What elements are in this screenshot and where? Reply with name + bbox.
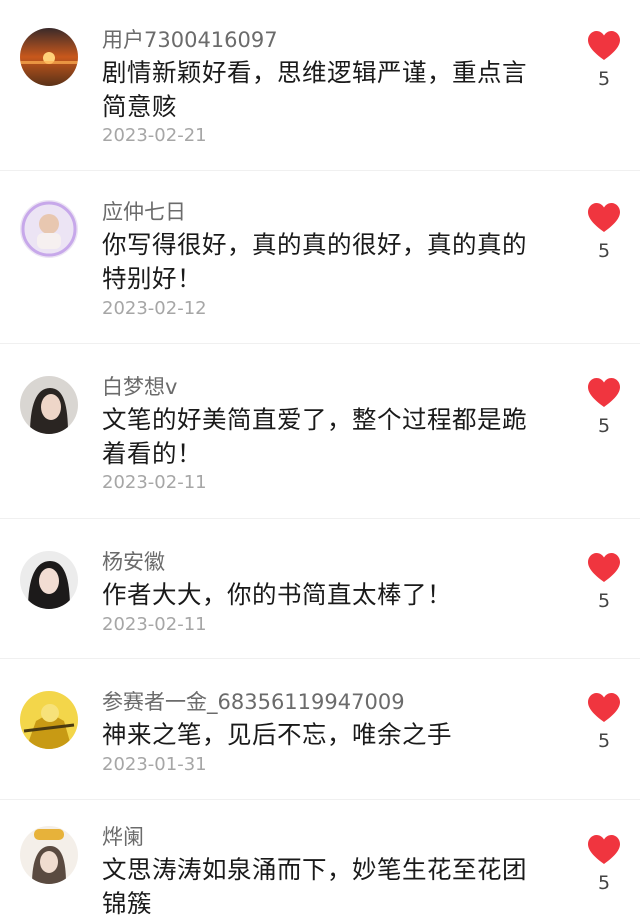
comment-username[interactable]: 烨阑 <box>102 824 144 850</box>
like-count: 5 <box>597 730 611 752</box>
comment-item: 白梦想v 文笔的好美简直爱了，整个过程都是跪着看的！ 2023-02-11 5 <box>0 344 640 519</box>
like-count: 5 <box>597 872 611 894</box>
comment-text: 神来之笔，见后不忘，唯余之手 <box>102 720 452 749</box>
comment-item: 应仲七日 你写得很好，真的真的很好，真的真的特别好！ 2023-02-12 5 <box>0 171 640 344</box>
like-button[interactable]: 5 <box>586 202 622 262</box>
comment-text: 你写得很好，真的真的很好，真的真的特别好！ <box>102 230 527 293</box>
comment-date: 2023-02-11 <box>102 472 207 493</box>
heart-icon <box>588 203 620 232</box>
heart-icon <box>588 553 620 582</box>
heart-icon <box>588 693 620 722</box>
gold-figure-avatar[interactable] <box>20 691 78 749</box>
like-button[interactable]: 5 <box>586 552 622 612</box>
comment-date: 2023-02-12 <box>102 298 207 319</box>
comment-text: 文思涛涛如泉涌而下，妙笔生花至花团锦簇 <box>102 855 527 918</box>
comment-username[interactable]: 用户7300416097 <box>102 27 278 53</box>
comment-item: 参赛者一金_68356119947009 神来之笔，见后不忘，唯余之手 2023… <box>0 659 640 800</box>
comment-text: 文笔的好美简直爱了，整个过程都是跪着看的！ <box>102 405 527 468</box>
comment-username[interactable]: 白梦想v <box>102 374 177 400</box>
comment-username[interactable]: 应仲七日 <box>102 199 186 225</box>
woman-avatar[interactable] <box>20 376 78 434</box>
comment-date: 2023-02-11 <box>102 614 207 635</box>
like-count: 5 <box>597 240 611 262</box>
comment-date: 2023-02-21 <box>102 125 207 146</box>
heart-icon <box>588 378 620 407</box>
badge-girl-avatar[interactable] <box>20 826 78 884</box>
like-count: 5 <box>597 415 611 437</box>
like-button[interactable]: 5 <box>586 377 622 437</box>
comment-username[interactable]: 杨安徽 <box>102 549 165 575</box>
comment-item: 用户7300416097 剧情新颖好看，思维逻辑严谨，重点言简意赅 2023-0… <box>0 0 640 171</box>
like-count: 5 <box>597 590 611 612</box>
like-button[interactable]: 5 <box>586 834 622 894</box>
girl-avatar[interactable] <box>20 551 78 609</box>
like-button[interactable]: 5 <box>586 30 622 90</box>
heart-icon <box>588 31 620 60</box>
comment-item: 烨阑 文思涛涛如泉涌而下，妙笔生花至花团锦簇 5 <box>0 800 640 923</box>
comment-date: 2023-01-31 <box>102 754 207 775</box>
sunset-bunny-avatar[interactable] <box>20 28 78 86</box>
like-count: 5 <box>597 68 611 90</box>
comment-list: 用户7300416097 剧情新颖好看，思维逻辑严谨，重点言简意赅 2023-0… <box>0 0 640 923</box>
comment-username[interactable]: 参赛者一金_68356119947009 <box>102 689 405 715</box>
comment-text: 作者大大，你的书简直太棒了！ <box>102 580 452 609</box>
heart-icon <box>588 835 620 864</box>
like-button[interactable]: 5 <box>586 692 622 752</box>
comment-text: 剧情新颖好看，思维逻辑严谨，重点言简意赅 <box>102 58 527 121</box>
comment-item: 杨安徽 作者大大，你的书简直太棒了！ 2023-02-11 5 <box>0 519 640 659</box>
baby-avatar[interactable] <box>20 200 78 258</box>
